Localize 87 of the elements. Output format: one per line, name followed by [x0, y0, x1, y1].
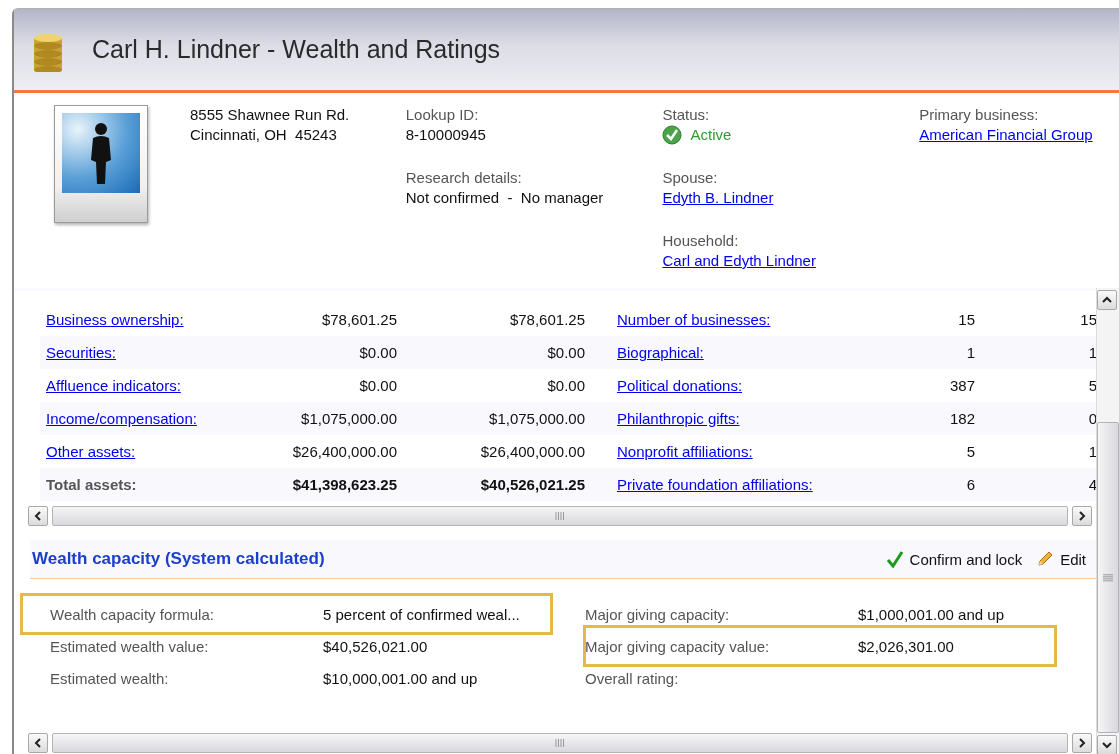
- row-label: Total assets:: [46, 476, 138, 493]
- row-link[interactable]: Business ownership:: [46, 309, 184, 330]
- table-cell-text: $1,075,000.00: [300, 410, 397, 427]
- info-label: Primary business:: [919, 105, 1039, 125]
- table-cell-text: $1,075,000.00: [488, 410, 585, 427]
- table-cell-text: 0: [1087, 410, 1096, 427]
- scroll-left-button[interactable]: [28, 732, 48, 753]
- table-cell-text: $0.00: [546, 377, 585, 394]
- pencil-icon: [1036, 550, 1055, 568]
- scroll-grip-icon: [555, 738, 565, 747]
- checkmark-icon: [885, 550, 904, 568]
- chevron-left-icon: [32, 509, 44, 522]
- confirm-button[interactable]: Confirm and lock: [885, 550, 1023, 568]
- chevron-down-icon: [1101, 739, 1113, 751]
- scroll-up-button[interactable]: [1097, 290, 1117, 310]
- row-link[interactable]: Number of businesses:: [617, 309, 771, 330]
- address-line: Cincinnati, OH 45243: [190, 125, 338, 145]
- table-cell-text: $78,601.25: [508, 311, 585, 328]
- check-circle-icon: [662, 125, 683, 145]
- field-label: Estimated wealth:: [50, 669, 170, 687]
- person-silhouette-icon: [90, 122, 112, 184]
- info-link[interactable]: Edyth B. Lindner: [662, 188, 774, 208]
- row-link[interactable]: Affluence indicators:: [46, 375, 181, 396]
- scroll-grip-icon: [555, 511, 565, 520]
- row-link[interactable]: Income/compensation:: [46, 408, 197, 429]
- row-link[interactable]: Securities:: [46, 342, 117, 363]
- field-label: Major giving capacity value:: [585, 637, 771, 655]
- table-cell-text: $41,398,623.25: [291, 476, 397, 493]
- table-cell-text: $0.00: [546, 344, 585, 361]
- table-cell-text: 1: [1087, 344, 1096, 361]
- chevron-right-icon: [1076, 736, 1088, 749]
- table-cell-text: $26,400,000.00: [479, 443, 585, 460]
- info-label: Spouse:: [662, 168, 718, 188]
- table-cell-text: 15: [957, 311, 975, 328]
- info-link[interactable]: American Financial Group: [919, 125, 1093, 145]
- table-cell-text: 1: [965, 344, 975, 361]
- row-link[interactable]: Other assets:: [46, 441, 136, 462]
- field-value: 5 percent of confirmed weal...: [323, 605, 521, 623]
- address-line: 8555 Shawnee Run Rd.: [190, 105, 351, 125]
- info-label: Status:: [662, 105, 710, 125]
- scroll-left-button[interactable]: [28, 505, 48, 526]
- row-link[interactable]: Private foundation affiliations:: [617, 474, 813, 495]
- scrollbar-thumb[interactable]: [52, 732, 1068, 753]
- table-cell-text: $40,526,021.25: [479, 476, 585, 493]
- scrollbar-thumb[interactable]: [1097, 422, 1119, 733]
- field-label: Major giving capacity:: [585, 605, 731, 623]
- info-link[interactable]: Carl and Edyth Lindner: [662, 251, 816, 271]
- table-cell-text: $0.00: [358, 344, 397, 361]
- scrollbar-thumb[interactable]: [52, 505, 1068, 526]
- scroll-down-button[interactable]: [1097, 735, 1117, 754]
- field-label: Overall rating:: [585, 669, 680, 687]
- table-cell-text: 6: [965, 476, 975, 493]
- vertical-scrollbar[interactable]: [1096, 288, 1119, 754]
- info-label: Lookup ID:: [405, 105, 479, 125]
- field-value: $1,000,001.00 and up: [858, 605, 1005, 623]
- row-link[interactable]: Political donations:: [617, 375, 743, 396]
- window-title: Carl H. Lindner - Wealth and Ratings: [92, 35, 501, 64]
- table-cell-text: 5: [965, 443, 975, 460]
- table-cell-text: 5: [1087, 377, 1096, 394]
- table-cell-text: $78,601.25: [320, 311, 397, 328]
- table-cell-text: 387: [948, 377, 975, 394]
- section-title: Wealth capacity (System calculated): [32, 549, 325, 569]
- table-cell-text: $26,400,000.00: [291, 443, 397, 460]
- table-cell-text: 15: [1079, 311, 1096, 328]
- row-link[interactable]: Philanthropic gifts:: [617, 408, 740, 429]
- scroll-grip-icon: [1103, 573, 1113, 582]
- scroll-right-button[interactable]: [1072, 505, 1092, 526]
- info-label: Research details:: [405, 168, 522, 188]
- field-value: $10,000,001.00 and up: [323, 669, 479, 687]
- chevron-right-icon: [1076, 509, 1088, 522]
- field-label: Wealth capacity formula:: [50, 605, 215, 623]
- field-value: $2,026,301.00: [858, 637, 955, 655]
- chevron-left-icon: [32, 736, 44, 749]
- table-cell-text: $0.00: [358, 377, 397, 394]
- edit-button[interactable]: Edit: [1036, 550, 1086, 568]
- info-value: 8-10000945: [405, 125, 486, 145]
- field-label: Estimated wealth value:: [50, 637, 210, 655]
- field-value: $40,526,021.00: [323, 637, 429, 655]
- table-cell-text: 1: [1087, 443, 1096, 460]
- row-link[interactable]: Biographical:: [617, 342, 704, 363]
- row-link[interactable]: Nonprofit affiliations:: [617, 441, 753, 462]
- scroll-right-button[interactable]: [1072, 732, 1092, 753]
- info-value: Not confirmed - No manager: [405, 188, 604, 208]
- table-cell-text: 182: [948, 410, 975, 427]
- info-label: Household:: [662, 231, 739, 251]
- table-cell-text: 4: [1087, 476, 1096, 493]
- status-value: Active: [690, 125, 732, 145]
